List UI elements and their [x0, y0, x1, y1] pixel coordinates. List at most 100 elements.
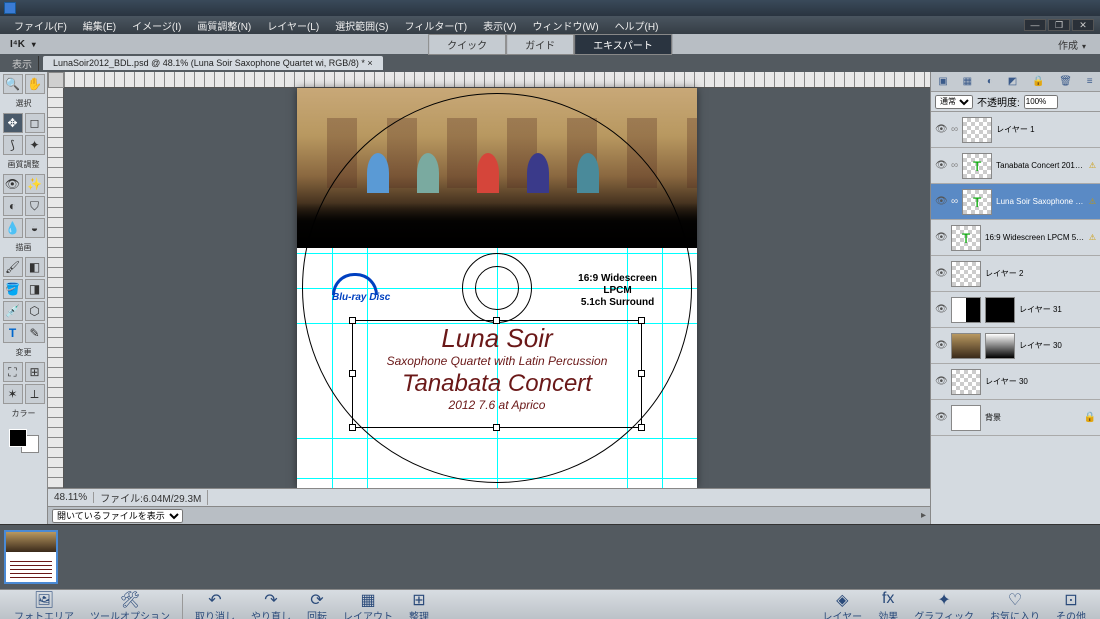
whiten-tool[interactable]: ✨	[25, 174, 45, 194]
layer-mask-thumbnail[interactable]	[985, 297, 1015, 323]
chevron-right-icon[interactable]: ▸	[921, 510, 926, 521]
favorites-button[interactable]: ♡お気に入り	[982, 590, 1048, 619]
layer-mask-thumbnail[interactable]	[985, 333, 1015, 359]
menu-image[interactable]: イメージ(I)	[124, 18, 189, 33]
mode-expert-tab[interactable]: エキスパート	[574, 34, 672, 55]
layer-thumbnail[interactable]	[951, 369, 981, 395]
hand-tool[interactable]: ✋	[25, 74, 45, 94]
layer-thumbnail[interactable]: T	[962, 189, 992, 215]
document-tab[interactable]: LunaSoir2012_BDL.psd @ 48.1% (Luna Soir …	[43, 56, 383, 70]
mode-quick-tab[interactable]: クイック	[428, 34, 506, 55]
layer-name[interactable]: レイヤー 30	[1019, 340, 1096, 351]
lock-icon[interactable]: 🔒	[1032, 76, 1044, 87]
delete-layer-icon[interactable]: 🗑	[1059, 76, 1072, 87]
visibility-toggle-icon[interactable]: 👁	[935, 340, 947, 351]
bin-thumbnail[interactable]	[4, 530, 58, 584]
visibility-toggle-icon[interactable]: 👁	[935, 160, 947, 171]
layer-row[interactable]: 👁 背景 🔒	[931, 400, 1100, 436]
doc-size[interactable]: ファイル:6.04M/29.3M	[94, 490, 208, 505]
link-icon[interactable]: ∞	[951, 160, 958, 171]
layer-thumbnail[interactable]	[962, 117, 992, 143]
window-close-button[interactable]: ✕	[1072, 19, 1094, 31]
color-swatch[interactable]	[9, 429, 39, 453]
menu-window[interactable]: ウィンドウ(W)	[524, 18, 606, 33]
visibility-toggle-icon[interactable]: 👁	[935, 124, 947, 135]
zoom-level[interactable]: 48.11%	[48, 492, 94, 503]
visibility-toggle-icon[interactable]: 👁	[935, 412, 947, 423]
opacity-input[interactable]	[1024, 95, 1058, 109]
marquee-tool[interactable]: ◻	[25, 113, 45, 133]
blur-tool[interactable]: 💧	[3, 218, 23, 238]
blend-mode-select[interactable]: 通常	[935, 95, 973, 109]
layer-row[interactable]: 👁 ∞ レイヤー 1	[931, 112, 1100, 148]
undo-button[interactable]: ↶取り消し	[187, 590, 243, 619]
layer-name[interactable]: レイヤー 31	[1019, 304, 1096, 315]
lasso-tool[interactable]: ⟆	[3, 135, 23, 155]
layer-name[interactable]: Tanabata Concert 2012 7...	[996, 161, 1085, 170]
canvas-viewport[interactable]: Blu-ray Disc 16:9 Widescreen LPCM 5.1ch …	[64, 88, 930, 488]
layers-button[interactable]: ◈レイヤー	[814, 590, 870, 619]
layer-thumbnail[interactable]: T	[951, 225, 981, 251]
magic-wand-tool[interactable]: ✦	[25, 135, 45, 155]
organize-button[interactable]: ⊞整理	[401, 590, 437, 619]
menu-layer[interactable]: レイヤー(L)	[259, 18, 327, 33]
layer-row[interactable]: 👁 レイヤー 2	[931, 256, 1100, 292]
zoom-tool[interactable]: 🔍	[3, 74, 23, 94]
menu-adjust[interactable]: 画質調整(N)	[189, 18, 259, 33]
photo-area-button[interactable]: 🖼フォトエリア	[6, 590, 82, 619]
layer-name[interactable]: レイヤー 1	[996, 124, 1096, 135]
new-layer-icon[interactable]: ▣	[938, 76, 947, 87]
adjustment-icon[interactable]: ◐	[987, 76, 993, 87]
rotate-button[interactable]: ⟳回転	[299, 590, 335, 619]
straighten-tool[interactable]: ⟂	[25, 384, 45, 404]
visibility-toggle-icon[interactable]: 👁	[935, 376, 947, 387]
eyedropper-tool[interactable]: 💉	[3, 301, 23, 321]
visibility-toggle-icon[interactable]: 👁	[935, 268, 947, 279]
transform-handle[interactable]	[493, 317, 500, 324]
layer-name[interactable]: レイヤー 2	[985, 268, 1096, 279]
layer-name[interactable]: レイヤー 30	[985, 376, 1096, 387]
layer-name[interactable]: 16:9 Widescreen LPCM 5.1...	[985, 233, 1085, 242]
menu-help[interactable]: ヘルプ(H)	[607, 18, 667, 33]
transform-handle[interactable]	[638, 317, 645, 324]
redeye-tool[interactable]: 👁	[3, 174, 23, 194]
recompose-tool[interactable]: ⊞	[25, 362, 45, 382]
menu-edit[interactable]: 編集(E)	[75, 18, 124, 33]
layer-row[interactable]: 👁 レイヤー 30	[931, 328, 1100, 364]
layer-name[interactable]: Luna Soir Saxophone Quar...	[996, 197, 1085, 206]
layer-thumbnail[interactable]	[951, 297, 981, 323]
sponge-tool[interactable]: ◒	[25, 218, 45, 238]
transform-handle[interactable]	[349, 424, 356, 431]
open-files-select[interactable]: 開いているファイルを表示	[52, 509, 183, 523]
layer-thumbnail[interactable]	[951, 405, 981, 431]
type-tool[interactable]: T	[3, 323, 23, 343]
move-tool[interactable]: ✥	[3, 113, 23, 133]
layer-row[interactable]: 👁∞ T Luna Soir Saxophone Quar...⚠	[931, 184, 1100, 220]
eraser-tool[interactable]: ◧	[25, 257, 45, 277]
graphics-button[interactable]: ✦グラフィック	[906, 590, 982, 619]
mask-icon[interactable]: ◩	[1008, 76, 1017, 87]
gradient-tool[interactable]: ◨	[25, 279, 45, 299]
visibility-toggle-icon[interactable]: 👁	[935, 196, 947, 207]
effects-button[interactable]: fx効果	[870, 590, 906, 619]
layer-row[interactable]: 👁 T 16:9 Widescreen LPCM 5.1...⚠	[931, 220, 1100, 256]
transform-handle[interactable]	[638, 370, 645, 377]
redo-button[interactable]: ↷やり直し	[243, 590, 299, 619]
spot-heal-tool[interactable]: ◐	[3, 196, 23, 216]
layer-thumbnail[interactable]	[951, 333, 981, 359]
visibility-toggle-icon[interactable]: 👁	[935, 232, 947, 243]
ruler-origin[interactable]	[48, 72, 64, 88]
layer-row[interactable]: 👁 レイヤー 30	[931, 364, 1100, 400]
menu-view[interactable]: 表示(V)	[475, 18, 524, 33]
cookie-cutter-tool[interactable]: ✶	[3, 384, 23, 404]
link-icon[interactable]: ∞	[951, 124, 958, 135]
transform-bounding-box[interactable]	[352, 320, 642, 428]
mode-guide-tab[interactable]: ガイド	[506, 34, 574, 55]
link-icon[interactable]: ∞	[951, 196, 958, 207]
pencil-tool[interactable]: ✎	[25, 323, 45, 343]
layer-name[interactable]: 背景	[985, 412, 1080, 423]
artboard[interactable]: Blu-ray Disc 16:9 Widescreen LPCM 5.1ch …	[297, 88, 697, 488]
paint-bucket-tool[interactable]: 🪣	[3, 279, 23, 299]
layer-thumbnail[interactable]	[951, 261, 981, 287]
foreground-color[interactable]	[9, 429, 27, 447]
